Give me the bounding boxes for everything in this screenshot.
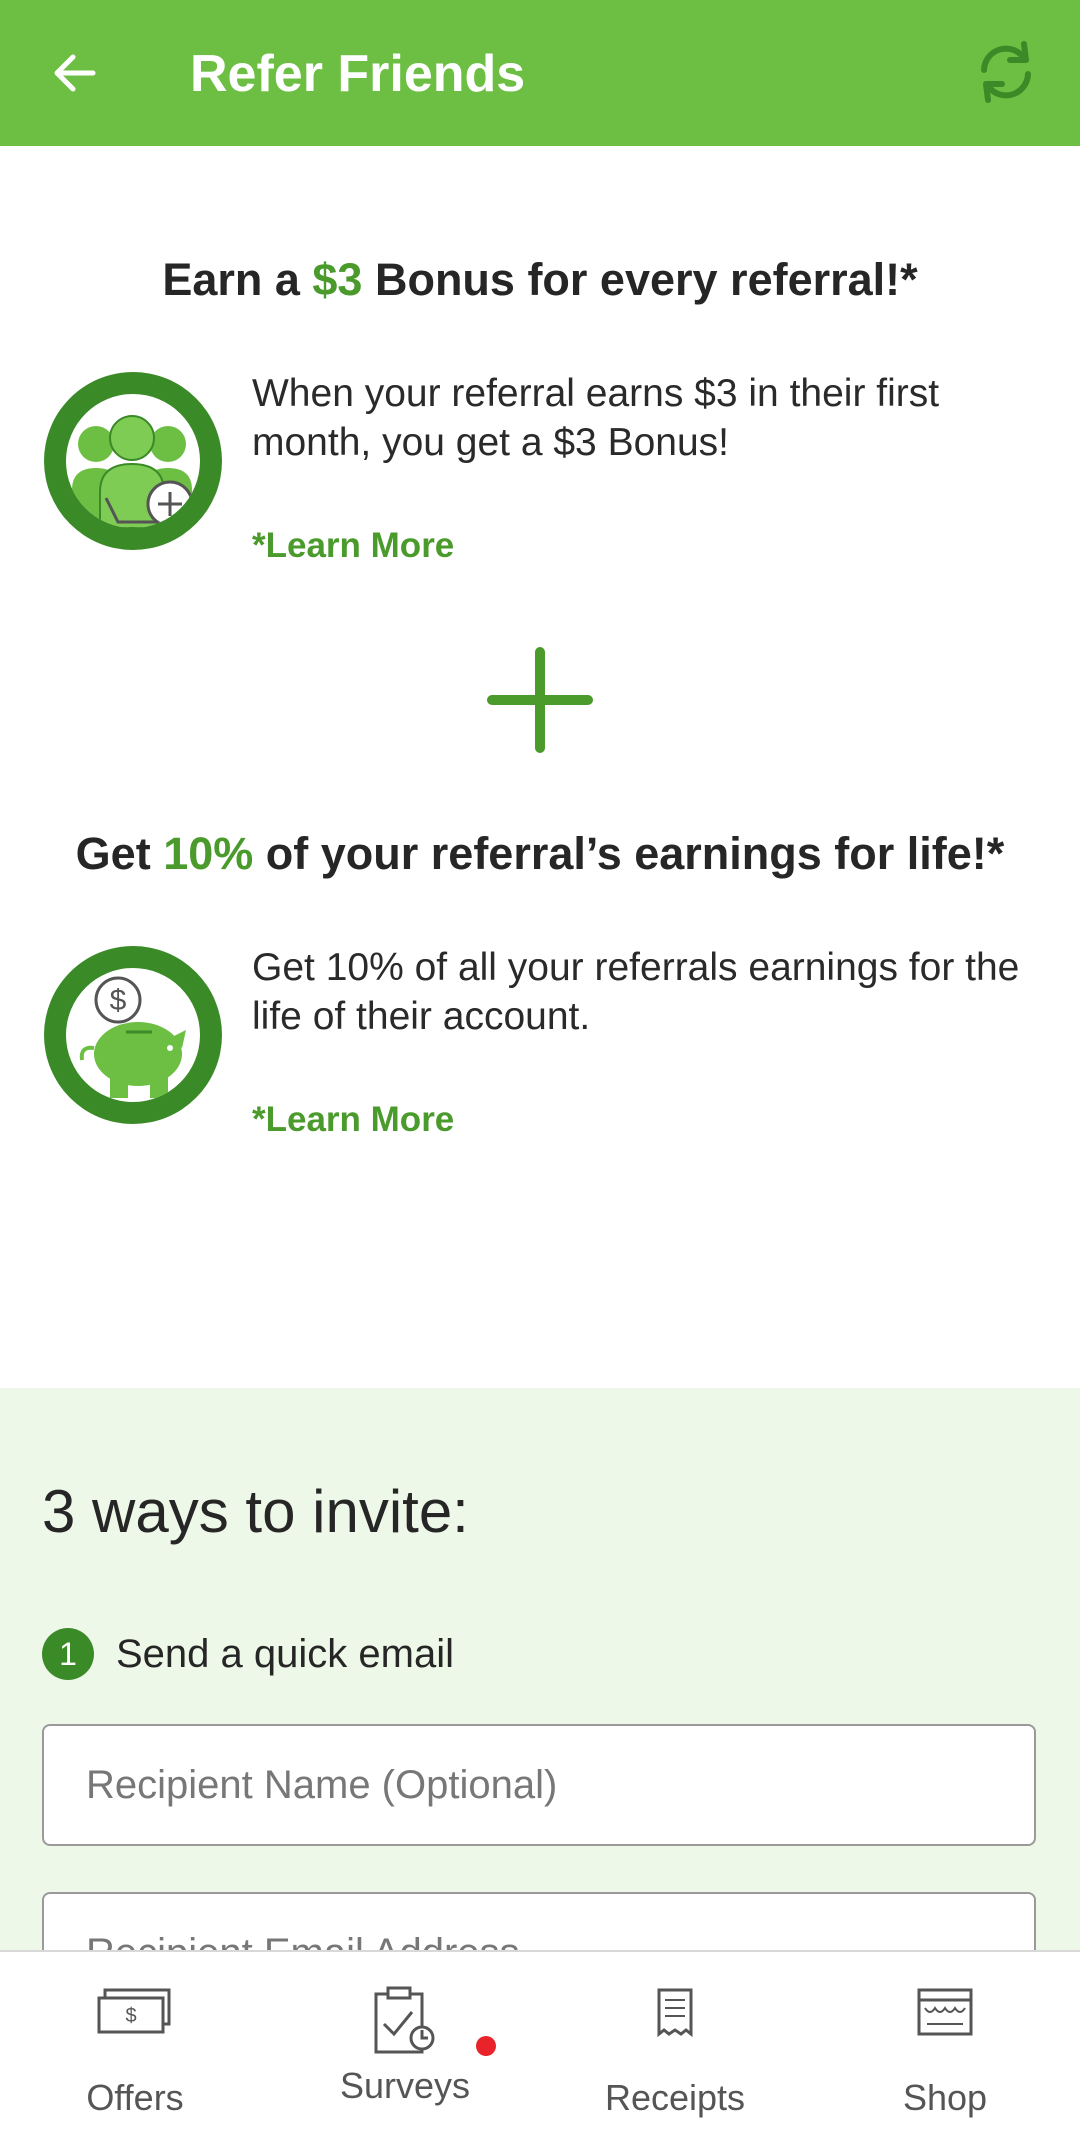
- surveys-notification-dot: [476, 2036, 496, 2056]
- referral-group-icon: [44, 372, 222, 550]
- surveys-icon: [374, 1986, 435, 2054]
- shop-icon: [917, 1988, 973, 2036]
- recipient-name-input[interactable]: [42, 1724, 1036, 1846]
- piggy-bank-icon: $: [44, 946, 222, 1124]
- refresh-icon: [981, 41, 1031, 103]
- bonus-description: When your referral earns $3 in their fir…: [252, 372, 940, 464]
- step-number-badge: 1: [42, 1628, 94, 1680]
- nav-item-offers[interactable]: $ Offers: [0, 1952, 270, 2137]
- nav-label-surveys: Surveys: [339, 2065, 471, 2106]
- bottom-navigation: $ Offers Surveys Receipts Shop: [0, 1950, 1080, 2137]
- nav-item-surveys[interactable]: Surveys: [270, 1952, 540, 2137]
- step-label: Send a quick email: [116, 1632, 454, 1676]
- offers-icon: $: [97, 1988, 171, 2034]
- bonus-headline: Earn a $3 Bonus for every referral!*: [162, 254, 918, 305]
- svg-text:$: $: [125, 2005, 136, 2027]
- lifetime-headline: Get 10% of your referral’s earnings for …: [75, 828, 1005, 879]
- nav-item-receipts[interactable]: Receipts: [540, 1952, 810, 2137]
- nav-label-offers: Offers: [86, 2077, 184, 2118]
- arrow-left-icon: [54, 54, 96, 92]
- nav-item-shop[interactable]: Shop: [810, 1952, 1080, 2137]
- nav-label-shop: Shop: [902, 2077, 988, 2118]
- nav-label-receipts: Receipts: [604, 2077, 746, 2118]
- lifetime-description: Get 10% of all your referrals earnings f…: [252, 946, 1020, 1038]
- bonus-learn-more-link[interactable]: *Learn More: [252, 524, 454, 568]
- refresh-button[interactable]: [966, 32, 1046, 112]
- plus-icon: [487, 647, 593, 753]
- svg-text:$: $: [110, 984, 127, 1017]
- receipts-icon: [657, 1988, 693, 2038]
- app-bar: Refer Friends: [0, 0, 1080, 146]
- invite-title: 3 ways to invite:: [42, 1478, 469, 1545]
- lifetime-learn-more-link[interactable]: *Learn More: [252, 1098, 454, 1142]
- back-button[interactable]: [38, 36, 112, 110]
- page-title: Refer Friends: [190, 45, 526, 103]
